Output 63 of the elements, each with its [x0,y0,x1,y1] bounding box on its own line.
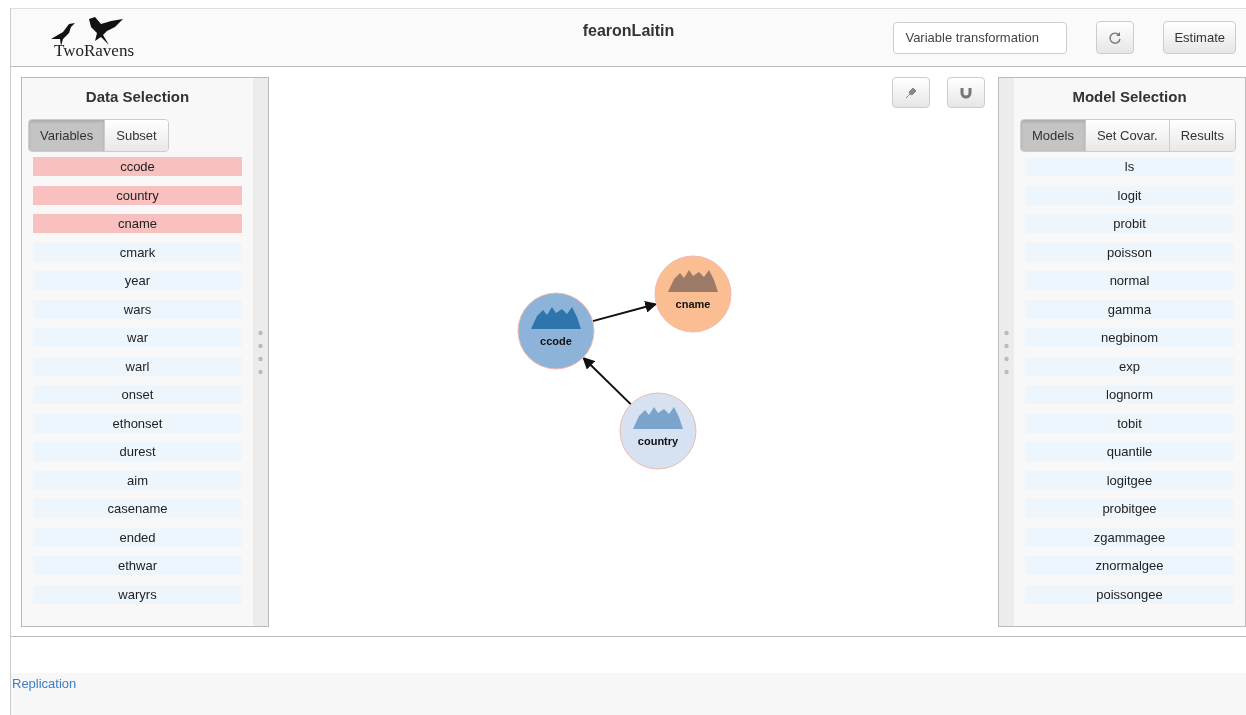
list-item[interactable]: normal [1025,271,1234,290]
list-item[interactable]: cmark [33,242,242,262]
reset-icon [1108,30,1123,45]
list-item[interactable]: quantile [1025,442,1234,461]
distribution-plot [668,270,718,292]
list-item[interactable]: poissongee [1025,584,1234,604]
list-item[interactable]: ethwar [33,556,242,575]
list-item[interactable]: onset [33,385,242,404]
resize-grip-icon[interactable] [1004,329,1009,375]
list-item[interactable]: country [33,185,242,205]
list-item[interactable]: casename [33,499,242,518]
list-item[interactable]: probit [1025,214,1234,233]
estimate-button[interactable]: Estimate [1163,21,1236,54]
magnet-button[interactable] [947,77,985,108]
list-item[interactable]: poisson [1025,242,1234,262]
list-item[interactable]: aim [33,470,242,490]
list-item[interactable]: ccode [33,157,242,176]
list-item[interactable]: negbinom [1025,328,1234,347]
list-item[interactable]: cname [33,214,242,233]
dataset-title: fearonLaitin [582,22,675,39]
variable-node[interactable]: cname [654,255,732,333]
list-item[interactable]: year [33,271,242,290]
reset-button[interactable] [1096,21,1135,54]
panel-tab[interactable]: Results [1169,120,1235,151]
panel-title: Model Selection [1072,88,1187,105]
list-item[interactable]: ls [1025,157,1234,176]
variable-node[interactable]: ccode [517,292,595,370]
list-item[interactable]: logit [1025,185,1234,205]
panel-tab[interactable]: Subset [105,120,168,151]
list-item[interactable]: znormalgee [1025,556,1234,575]
distribution-plot [531,307,581,329]
distribution-plot [633,407,683,429]
pin-icon [905,86,917,99]
variable-node[interactable]: country [619,392,697,470]
list-item[interactable]: durest [33,442,242,461]
panel-tab[interactable]: Variables [29,120,106,151]
list-item[interactable]: logitgee [1025,470,1234,490]
list-item[interactable]: exp [1025,356,1234,376]
replication-link[interactable]: Replication [12,676,77,691]
panel-tab[interactable]: Models [1021,120,1086,151]
list-item[interactable]: waryrs [33,584,242,604]
list-item[interactable]: tobit [1025,413,1234,433]
edge-arrow [582,356,632,406]
magnet-icon [960,86,972,99]
panel-tab[interactable]: Set Covar. [1085,120,1170,151]
list-item[interactable]: zgammagee [1025,527,1234,547]
node-label: country [637,435,679,447]
list-item[interactable]: ethonset [33,413,242,433]
list-item[interactable]: ended [33,527,242,547]
list-item[interactable]: wars [33,299,242,319]
list-item[interactable]: lognorm [1025,385,1234,404]
list-item[interactable]: probitgee [1025,499,1234,518]
panel-title: Data Selection [85,88,190,105]
edge-arrow [591,301,658,323]
list-item[interactable]: warl [33,356,242,376]
list-item[interactable]: war [33,328,242,347]
transform-field[interactable]: Variable transformation [893,21,1068,54]
node-label: cname [675,298,711,310]
list-item[interactable]: gamma [1025,299,1234,319]
pin-button[interactable] [892,77,930,108]
node-label: ccode [540,335,572,347]
resize-grip-icon[interactable] [258,329,263,375]
logo-text: TwoRavens [54,40,134,61]
